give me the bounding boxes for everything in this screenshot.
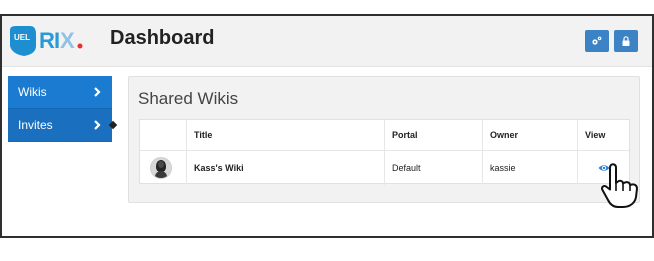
chevron-right-icon <box>94 87 101 97</box>
page-title: Dashboard <box>110 27 215 49</box>
column-divider <box>482 120 483 150</box>
svg-text:X: X <box>60 28 75 53</box>
svg-text:UEL: UEL <box>14 33 30 42</box>
column-divider <box>577 151 578 185</box>
column-header-owner: Owner <box>490 130 519 140</box>
column-divider <box>384 120 385 150</box>
svg-text:R: R <box>39 28 55 53</box>
hand-pointer-cursor-icon <box>601 163 638 208</box>
wikis-table: Title Portal Owner View Kass's Wiki Defa… <box>139 119 630 185</box>
chevron-right-icon <box>94 120 101 130</box>
table-row[interactable]: Kass's Wiki Default kassie <box>140 151 629 185</box>
lock-button[interactable] <box>614 30 638 52</box>
column-header-portal: Portal <box>392 130 418 140</box>
sidebar-item-label: Wikis <box>18 85 47 99</box>
wiki-title[interactable]: Kass's Wiki <box>187 151 385 185</box>
column-divider <box>482 151 483 185</box>
sidebar-item-invites[interactable]: Invites <box>8 109 112 142</box>
avatar <box>150 157 172 179</box>
lock-icon <box>622 36 630 46</box>
column-divider <box>384 151 385 185</box>
table-header-row: Title Portal Owner View <box>140 120 629 151</box>
shared-wikis-panel: Shared Wikis Title Portal Owner View Kas… <box>128 76 640 203</box>
settings-button[interactable] <box>585 30 609 52</box>
column-divider <box>186 120 187 150</box>
column-header-view: View <box>585 130 606 140</box>
app-window: UEL R I X Dashboard Wikis Invites Shared… <box>0 14 654 238</box>
gears-icon <box>592 36 602 45</box>
panel-title: Shared Wikis <box>138 89 239 108</box>
column-divider <box>186 151 187 185</box>
sidebar-item-label: Invites <box>18 118 53 132</box>
wiki-owner: kassie <box>490 163 516 173</box>
sidebar: Wikis Invites <box>8 76 112 142</box>
sidebar-item-wikis[interactable]: Wikis <box>8 76 112 109</box>
rix-logo: UEL R I X <box>10 26 83 56</box>
column-header-title: Title <box>194 130 213 140</box>
column-divider <box>577 120 578 150</box>
wiki-portal: Default <box>392 163 421 173</box>
top-bar: UEL R I X Dashboard <box>2 16 652 67</box>
avatar-cell <box>140 151 186 185</box>
